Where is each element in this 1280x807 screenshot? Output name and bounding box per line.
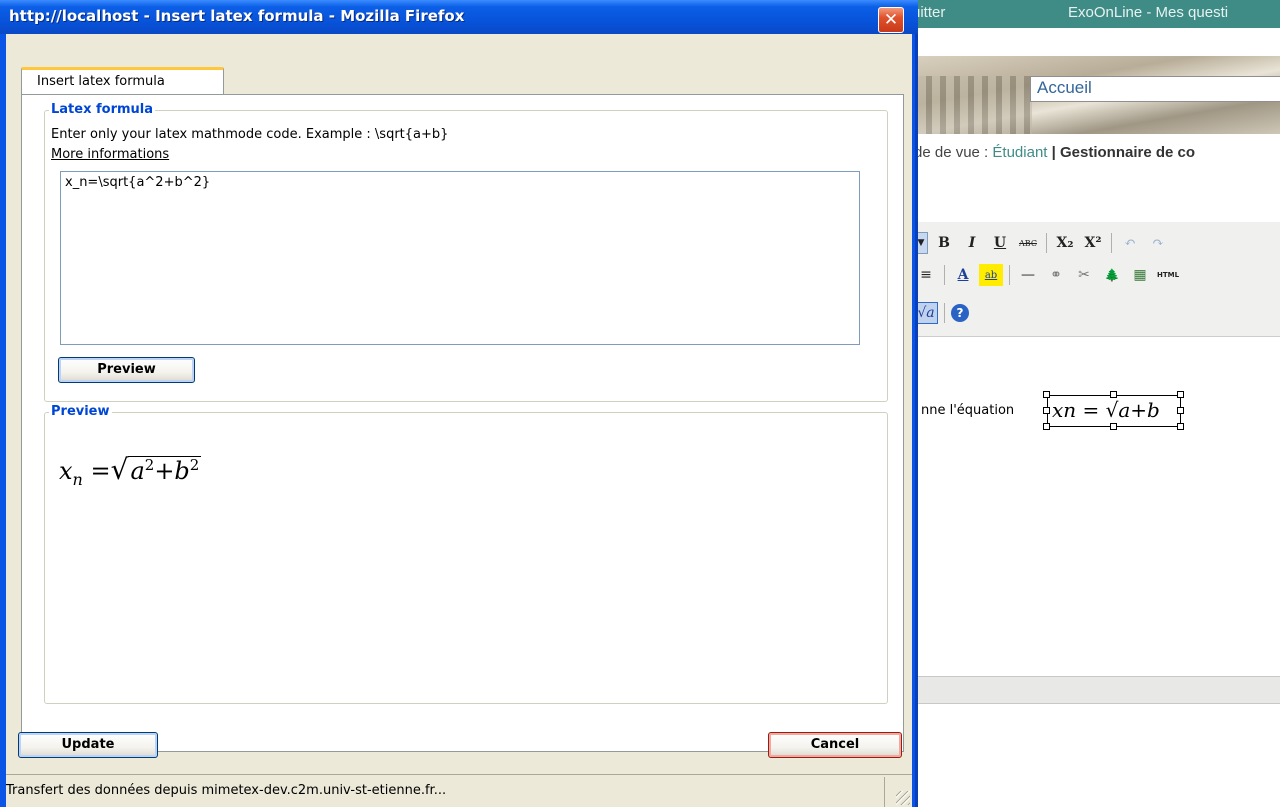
page-select[interactable]: Accueil (1030, 76, 1280, 102)
toolbar-row-2: ≡ A ab — ⚭ ✂ 🌲 ▦ HTML (912, 260, 1182, 290)
instruction-text: Enter only your latex mathmode code. Exa… (51, 127, 449, 142)
bold-icon[interactable]: B (932, 232, 956, 254)
help-icon[interactable]: ? (951, 304, 969, 322)
resize-handle[interactable] (1110, 391, 1117, 398)
viewpoint-separator: | (1047, 144, 1060, 161)
formula-equals: = (90, 457, 111, 485)
viewpoint-bar: de de vue : Étudiant | Gestionnaire de c… (914, 144, 1195, 161)
formula-subscript: n (72, 470, 83, 489)
resize-handle[interactable] (1177, 423, 1184, 430)
viewpoint-student-link[interactable]: Étudiant (992, 144, 1047, 161)
viewpoint-manager-label: Gestionnaire de co (1060, 144, 1196, 161)
latex-formula-legend: Latex formula (49, 102, 156, 117)
rich-text-editor[interactable]: nne l'équation xn = √a+b (912, 336, 1280, 676)
toolbar-separator (944, 303, 945, 323)
status-panel (884, 777, 912, 807)
media-icon[interactable]: ▦ (1128, 264, 1152, 286)
update-button[interactable]: Update (18, 732, 158, 758)
more-informations-link[interactable]: More informations (51, 147, 169, 162)
status-bar: Transfert des données depuis mimetex-dev… (6, 774, 912, 807)
strikethrough-icon[interactable]: ABC (1016, 232, 1040, 254)
viewpoint-prefix: de de vue : (914, 144, 993, 161)
editor-toolbar: ▼ B I U ABC X₂ X² ↶ ↷ ≡ A ab — ⚭ ✂ 🌲 ▦ H… (912, 222, 1280, 336)
popup-window: http://localhost - Insert latex formula … (0, 0, 918, 807)
resize-handle[interactable] (1043, 407, 1050, 414)
latex-formula-group: Latex formula Enter only your latex math… (44, 102, 888, 402)
formula-b-exponent: 2 (189, 456, 200, 474)
dialog-body: Insert latex formula Latex formula Enter… (6, 34, 912, 774)
link-icon[interactable]: ⚭ (1044, 264, 1068, 286)
italic-icon[interactable]: I (960, 232, 984, 254)
resize-handle[interactable] (1177, 407, 1184, 414)
tab-insert-latex-formula[interactable]: Insert latex formula (21, 67, 224, 95)
resize-handle[interactable] (1110, 423, 1117, 430)
close-icon[interactable]: ✕ (878, 7, 904, 33)
preview-button[interactable]: Preview (58, 357, 195, 383)
resize-handle[interactable] (1043, 391, 1050, 398)
formula-base: x (59, 457, 73, 485)
editor-status-bar (912, 676, 1280, 704)
html-source-icon[interactable]: HTML (1156, 264, 1180, 286)
text-color-icon[interactable]: A (951, 264, 975, 286)
formula-plus: + (154, 457, 175, 485)
resize-handle[interactable] (1177, 391, 1184, 398)
formula-a: a (130, 457, 145, 485)
formula-radicand: a2+b2 (128, 456, 202, 485)
underline-icon[interactable]: U (988, 232, 1012, 254)
image-icon[interactable]: 🌲 (1100, 264, 1124, 286)
window-title: http://localhost - Insert latex formula … (9, 7, 465, 25)
tab-panel: Latex formula Enter only your latex math… (21, 94, 904, 752)
window-titlebar[interactable]: http://localhost - Insert latex formula … (0, 0, 918, 34)
formula-a-exponent: 2 (144, 456, 155, 474)
status-text: Transfert des données depuis mimetex-dev… (6, 783, 447, 798)
toolbar-separator (944, 265, 945, 285)
undo-icon[interactable]: ↶ (1118, 232, 1142, 254)
preview-formula-render: xn =√a2+b2 (59, 453, 202, 489)
preview-group: Preview xn =√a2+b2 (44, 404, 888, 704)
subscript-icon[interactable]: X₂ (1053, 232, 1077, 254)
dialog-client-area: Insert latex formula Latex formula Enter… (6, 34, 912, 774)
site-title: ExoOnLine - Mes questi (1068, 4, 1229, 21)
superscript-icon[interactable]: X² (1081, 232, 1105, 254)
highlight-color-icon[interactable]: ab (979, 264, 1003, 286)
formula-b: b (174, 457, 190, 485)
toolbar-separator (1111, 233, 1112, 253)
latex-formula-input[interactable]: x_n=\sqrt{a^2+b^2} (60, 171, 860, 345)
toolbar-row-1: ▼ B I U ABC X₂ X² ↶ ↷ (912, 228, 1172, 258)
resize-handle[interactable] (1043, 423, 1050, 430)
toolbar-separator (1046, 233, 1047, 253)
redo-icon[interactable]: ↷ (1146, 232, 1170, 254)
horizontal-rule-icon[interactable]: — (1016, 264, 1040, 286)
toolbar-row-3: √a ? (912, 298, 971, 328)
unlink-icon[interactable]: ✂ (1072, 264, 1096, 286)
editor-text: nne l'équation (921, 403, 1015, 418)
toolbar-separator (1009, 265, 1010, 285)
formula-sqrt-sign: √ (110, 453, 129, 486)
resize-grip-icon[interactable] (896, 791, 910, 805)
preview-legend: Preview (49, 404, 112, 419)
cancel-button[interactable]: Cancel (768, 732, 902, 758)
